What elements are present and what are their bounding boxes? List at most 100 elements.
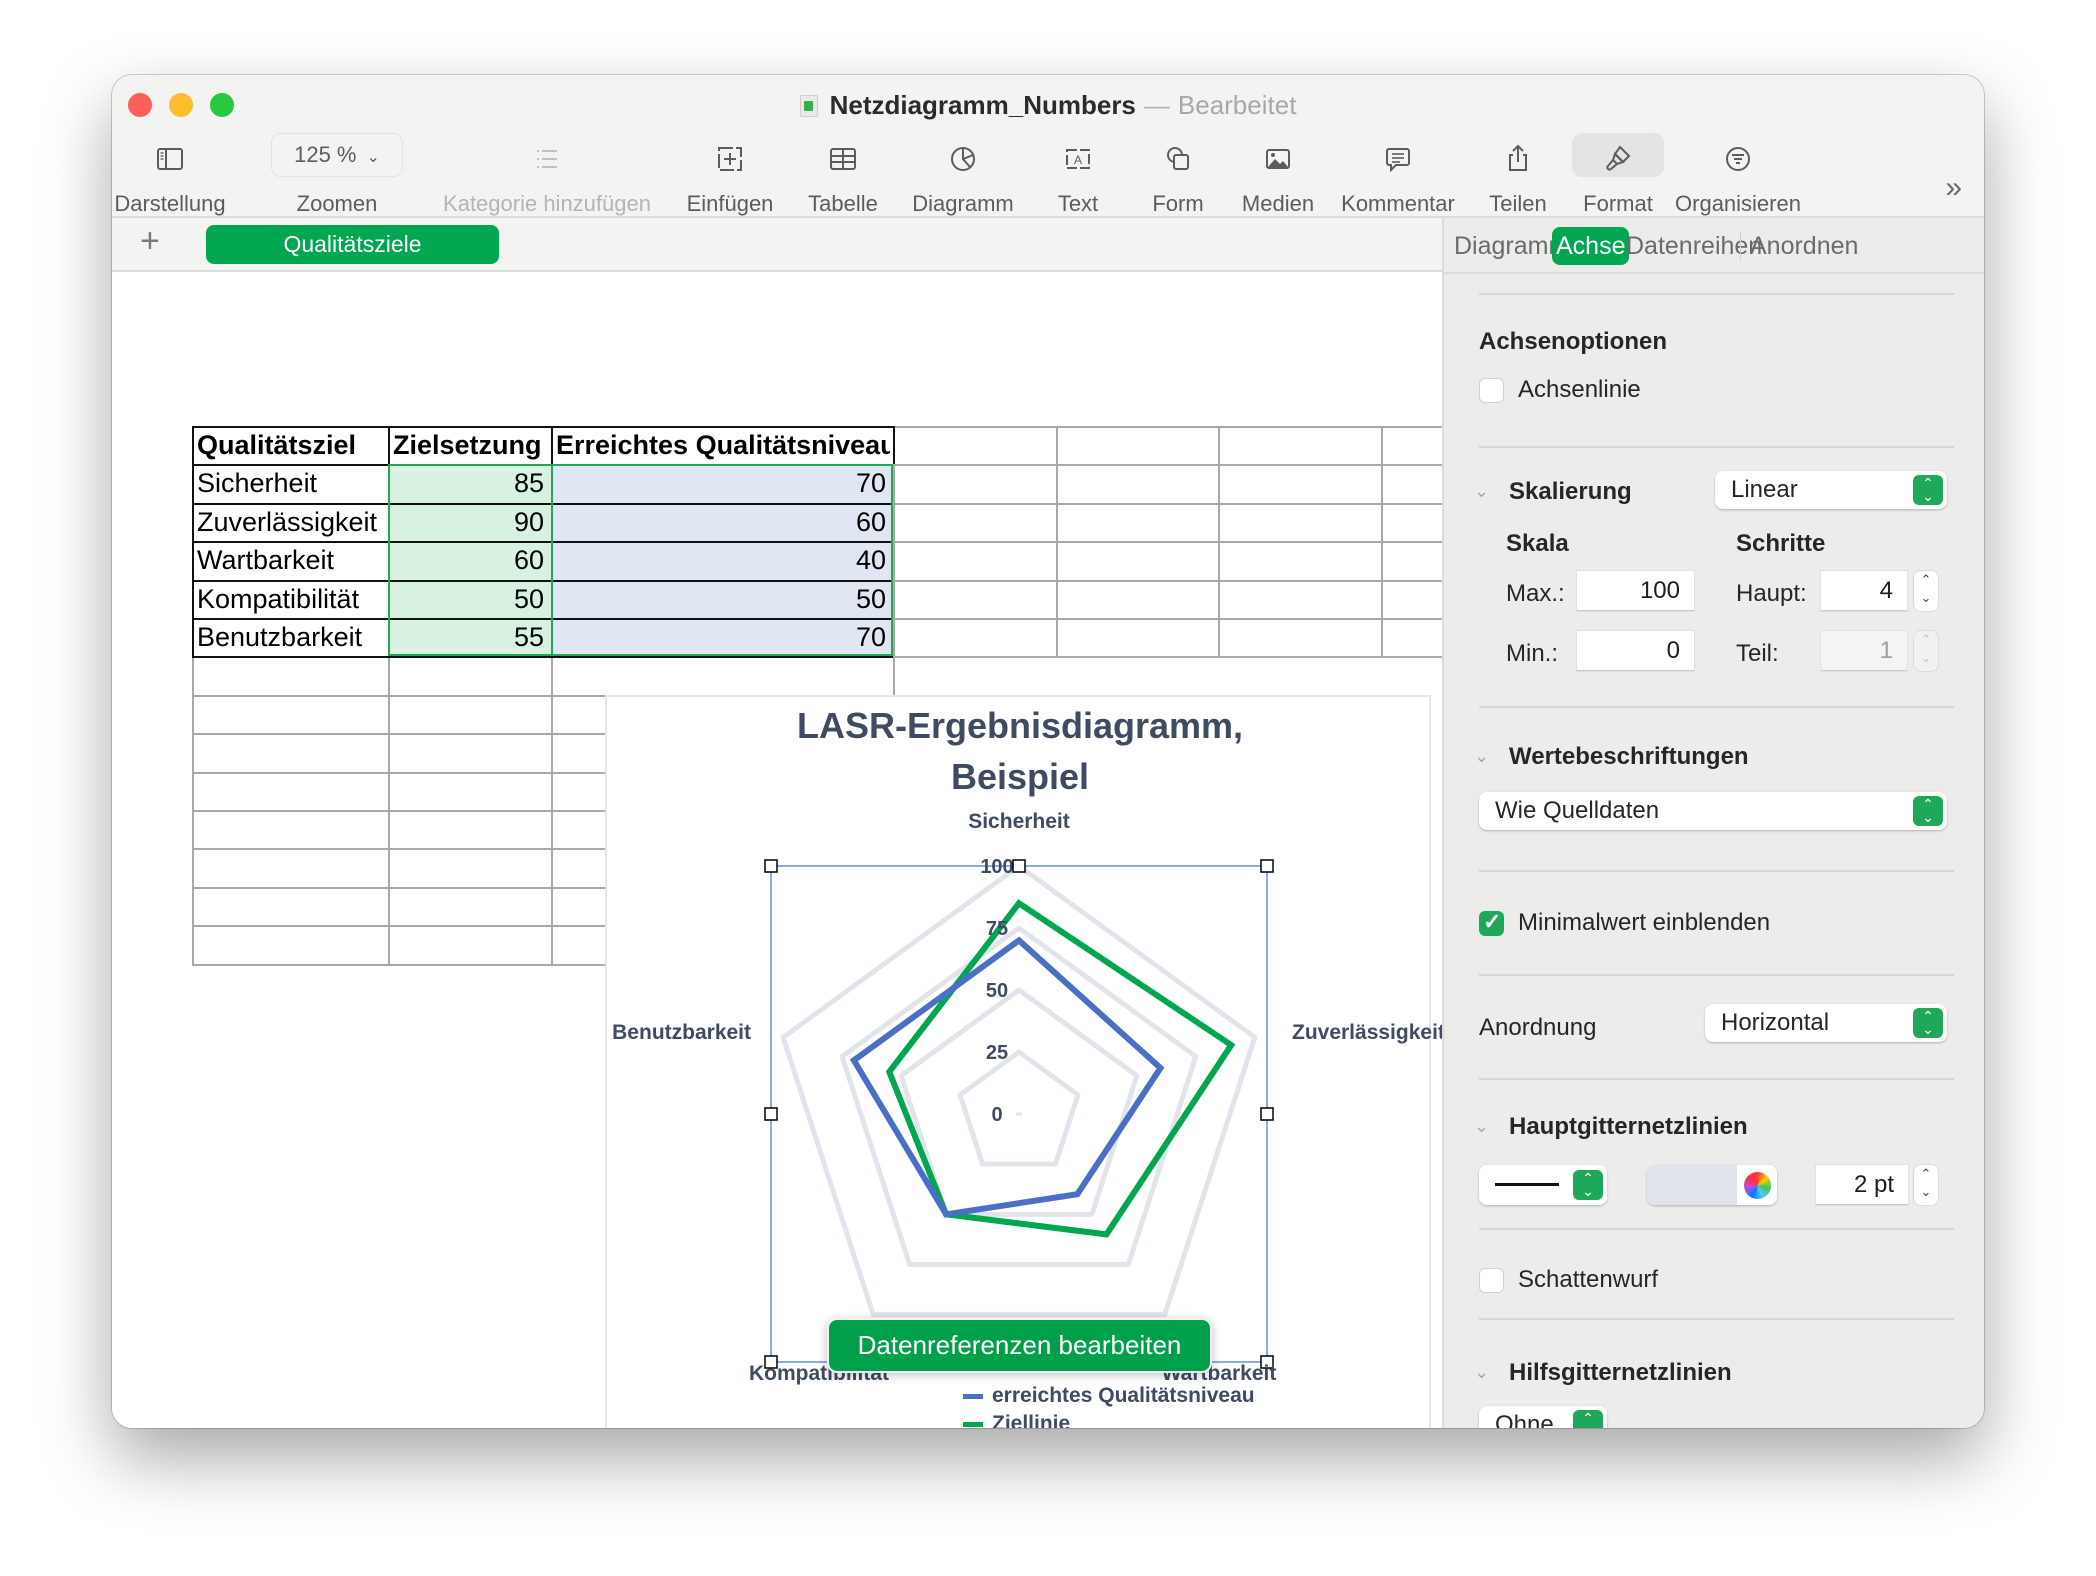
list-icon bbox=[527, 139, 567, 179]
toolbar-label: Teilen bbox=[1489, 191, 1547, 216]
color-swatch bbox=[1647, 1165, 1737, 1205]
axis-tick-label: 75 bbox=[986, 918, 1008, 940]
toolbar-label: Zoomen bbox=[296, 191, 378, 216]
legend-swatch bbox=[963, 1422, 983, 1427]
sheet-tab-bar: + Qualitätsziele bbox=[112, 218, 1442, 272]
chevron-down-icon: ⌄ bbox=[366, 149, 380, 166]
resize-handle[interactable] bbox=[764, 1107, 778, 1121]
axis-tick-label: 0 bbox=[991, 1104, 1002, 1126]
toolbar-label: Kategorie hinzufügen bbox=[443, 191, 651, 216]
numbers-window: Netzdiagramm_Numbers — Bearbeitet Darstell… bbox=[112, 75, 1984, 1428]
minor-grid-value: Ohne bbox=[1495, 1411, 1554, 1428]
sidebar-icon bbox=[150, 139, 190, 179]
divider bbox=[1479, 1318, 1954, 1320]
axis-tick-label: 50 bbox=[986, 980, 1008, 1002]
toolbar-label: Organisieren bbox=[1675, 191, 1801, 216]
color-wheel-icon[interactable] bbox=[1744, 1172, 1771, 1199]
tab-achse[interactable]: Achse bbox=[1552, 227, 1630, 265]
category-label[interactable]: Benutzbarkeit bbox=[612, 1021, 751, 1044]
major-steps-input[interactable]: 4 bbox=[1821, 571, 1907, 611]
major-grid-width-stepper[interactable]: ⌃ ⌄ bbox=[1914, 1165, 1938, 1205]
share-icon bbox=[1498, 139, 1538, 179]
toolbar-label: Tabelle bbox=[808, 191, 878, 216]
axis-line-label: Achsenlinie bbox=[1518, 376, 1641, 403]
resize-handle[interactable] bbox=[764, 859, 778, 873]
min-input[interactable]: 0 bbox=[1577, 631, 1694, 671]
toolbar-label: Kommentar bbox=[1341, 191, 1455, 216]
major-grid-line-style-popup[interactable]: ⌃ ⌄ bbox=[1479, 1165, 1607, 1205]
zoom-value: 125 % bbox=[294, 142, 357, 167]
category-label[interactable]: Sicherheit bbox=[968, 810, 1070, 833]
sheet-canvas[interactable]: Qualitätsziel Zielsetzung Erreichtes Quali… bbox=[112, 272, 1442, 1428]
major-steps-stepper[interactable]: ⌃ ⌄ bbox=[1914, 571, 1938, 611]
show-min-label: Minimalwert einblenden bbox=[1518, 909, 1771, 936]
radar-plot[interactable]: 0255075100SicherheitZuverlässigkeitWartb… bbox=[112, 272, 1442, 1428]
organize-icon bbox=[1718, 139, 1758, 179]
divider bbox=[1479, 870, 1954, 872]
max-input[interactable]: 100 bbox=[1577, 571, 1694, 611]
arrangement-value: Horizontal bbox=[1721, 1009, 1830, 1036]
shape-icon bbox=[1158, 139, 1198, 179]
popup-arrows-icon: ⌃⌄ bbox=[1573, 1170, 1603, 1200]
format-sidebar: Diagramm Achse Datenreihen Anordnen Achs… bbox=[1442, 218, 1984, 1428]
shadow-label: Schattenwurf bbox=[1518, 1266, 1659, 1293]
axis-tick-label: 100 bbox=[980, 856, 1013, 878]
sheet-tab-qualitaetsziele[interactable]: Qualitätsziele bbox=[206, 225, 499, 264]
toolbar-label: Einfügen bbox=[686, 191, 774, 216]
add-sheet-button[interactable]: + bbox=[140, 222, 160, 261]
divider bbox=[1479, 974, 1954, 976]
edit-data-references-button[interactable]: Datenreferenzen bearbeiten bbox=[827, 1318, 1212, 1373]
collapse-chevron-icon[interactable]: ⌄ bbox=[1474, 481, 1489, 502]
scaling-popup[interactable]: Linear ⌃ ⌄ bbox=[1715, 471, 1947, 509]
axis-line-checkbox[interactable] bbox=[1479, 378, 1504, 403]
popup-arrows-icon: ⌃⌄ bbox=[1573, 1410, 1603, 1428]
window-title: Netzdiagramm_Numbers — Bearbeitet bbox=[112, 87, 1984, 123]
arrangement-popup[interactable]: Horizontal ⌃ ⌄ bbox=[1705, 1004, 1947, 1042]
category-label[interactable]: Zuverlässigkeit bbox=[1292, 1021, 1442, 1044]
minor-label: Teil: bbox=[1736, 640, 1779, 667]
major-grid-color-well[interactable] bbox=[1647, 1165, 1777, 1205]
minor-steps-stepper: ⌃ ⌄ bbox=[1914, 631, 1938, 671]
collapse-chevron-icon[interactable]: ⌄ bbox=[1474, 746, 1489, 767]
series-line[interactable] bbox=[885, 899, 1236, 1238]
chart-icon bbox=[943, 139, 983, 179]
document-name: Netzdiagramm_Numbers bbox=[829, 90, 1136, 120]
zoom-popup[interactable]: 125 % ⌄ bbox=[271, 133, 403, 177]
minor-grid-heading: Hilfsgitternetzlinien bbox=[1509, 1359, 1732, 1386]
popup-arrows-icon: ⌃⌄ bbox=[1913, 1008, 1943, 1038]
toolbar-label: Diagramm bbox=[912, 191, 1014, 216]
arrangement-label: Anordnung bbox=[1479, 1014, 1597, 1041]
resize-handle[interactable] bbox=[1260, 859, 1274, 873]
legend-swatch bbox=[963, 1394, 983, 1399]
tab-anordnen[interactable]: Anordnen bbox=[1746, 227, 1862, 265]
scaling-value: Linear bbox=[1731, 476, 1798, 503]
collapse-chevron-icon[interactable]: ⌄ bbox=[1474, 1116, 1489, 1137]
resize-handle[interactable] bbox=[1012, 859, 1026, 873]
popup-arrows-icon: ⌃⌄ bbox=[1913, 475, 1943, 505]
axis-options-heading: Achsenoptionen bbox=[1479, 328, 1668, 355]
minor-grid-popup[interactable]: Ohne ⌃⌄ bbox=[1479, 1406, 1607, 1428]
toolbar-label: Medien bbox=[1241, 191, 1315, 216]
divider bbox=[1479, 1078, 1954, 1080]
scaling-heading: Skalierung bbox=[1509, 478, 1632, 505]
resize-handle[interactable] bbox=[1260, 1107, 1274, 1121]
major-grid-width-input[interactable]: 2 pt bbox=[1816, 1165, 1908, 1205]
tab-datenreihen[interactable]: Datenreihen bbox=[1622, 227, 1766, 265]
shadow-checkbox[interactable] bbox=[1479, 1268, 1504, 1293]
more-toolbar-items-icon[interactable]: » bbox=[1945, 171, 1962, 205]
major-label: Haupt: bbox=[1736, 580, 1807, 607]
legend-label[interactable]: Ziellinie bbox=[992, 1412, 1070, 1428]
toolbar-label: Form bbox=[1152, 191, 1204, 216]
toolbar-label: Format bbox=[1583, 191, 1653, 216]
divider bbox=[1479, 706, 1954, 708]
value-labels-popup[interactable]: Wie Quelldaten ⌃ ⌄ bbox=[1479, 792, 1947, 830]
steps-subheading: Schritte bbox=[1736, 530, 1826, 557]
table-icon bbox=[823, 139, 863, 179]
numbers-document-icon bbox=[799, 95, 818, 117]
major-grid-heading: Hauptgitternetzlinien bbox=[1509, 1113, 1748, 1140]
axis-tick-label: 25 bbox=[986, 1042, 1008, 1064]
show-min-checkbox[interactable] bbox=[1479, 909, 1504, 936]
collapse-chevron-icon[interactable]: ⌄ bbox=[1474, 1362, 1489, 1383]
document-status: Bearbeitet bbox=[1177, 90, 1297, 120]
legend-label[interactable]: erreichtes Qualitätsniveau bbox=[992, 1384, 1255, 1407]
